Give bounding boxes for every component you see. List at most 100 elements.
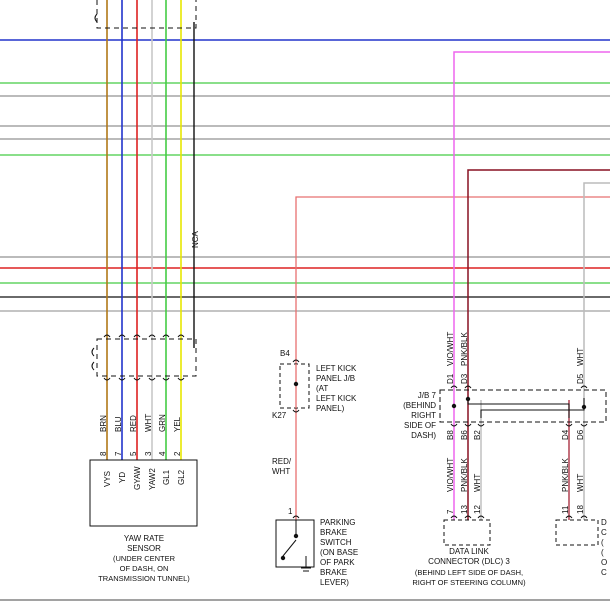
yaw-sensor-label: YAW RATE SENSOR (UNDER CENTER OF DASH, O… — [98, 534, 190, 583]
jb7-bottom-pin: D6 — [576, 429, 585, 440]
brake-switch-label-line: LEVER) — [320, 578, 349, 587]
jb7-label-line: RIGHT — [411, 411, 436, 420]
right-label-fragment: D — [601, 518, 607, 527]
dlc-pin: 7 — [446, 509, 455, 514]
jb7-top-wire-label: VIO/WHT — [446, 332, 455, 366]
kick-bottom-pin: K27 — [272, 411, 287, 420]
jb7-box — [439, 389, 607, 423]
right-connector-box — [555, 519, 599, 546]
dlc-label-line: CONNECTOR (DLC) 3 — [428, 557, 510, 566]
pin-label-3: 3 — [144, 451, 153, 456]
yaw-sensor-label-line: TRANSMISSION TUNNEL) — [98, 574, 190, 583]
wire-vio-wht — [453, 51, 610, 520]
jb7-label-line: (BEHIND — [403, 401, 436, 410]
yaw-rate-sensor: VYS YD GYAW YAW2 GL1 GL2 YAW RATE SENSOR… — [89, 459, 198, 583]
yaw-sensor-label-line: (UNDER CENTER — [113, 554, 176, 563]
sensor-pin-name-yd: YD — [118, 472, 127, 483]
yaw-sensor-label-line: YAW RATE — [124, 534, 164, 543]
brake-switch-label-line: PARKING — [320, 518, 355, 527]
nca-label: NCA — [191, 230, 200, 248]
brake-switch-label: PARKING BRAKE SWITCH (ON BASE OF PARK BR… — [320, 518, 358, 587]
jb7-top-wire-label: WHT — [576, 348, 585, 366]
pin-label-7: 7 — [114, 451, 123, 456]
jb7-label: J/B 7 (BEHIND RIGHT SIDE OF DASH) — [403, 391, 436, 440]
wire-wht-right — [583, 182, 610, 520]
jb7-top-pin: D5 — [576, 373, 585, 384]
parking-brake-switch: 1 PARKING BRAKE SWITCH (ON BASE OF PARK … — [275, 507, 358, 587]
brake-switch-label-line: SWITCH — [320, 538, 352, 547]
sensor-pin-name-gl2: GL2 — [177, 469, 186, 485]
wire-label-wht: WHT — [144, 414, 153, 432]
wiring-diagram-svg: NCA BRN BLU RED WHT GRN YEL 8 7 5 3 4 2 … — [0, 0, 610, 601]
jb7-bottom-pin: D4 — [561, 429, 570, 440]
kick-wire-label: WHT — [272, 467, 290, 476]
wire-pnk-blk — [467, 169, 610, 520]
wire-label-grn: GRN — [158, 414, 167, 432]
brake-switch-label-line: BRAKE — [320, 568, 347, 577]
brake-switch-pin: 1 — [288, 507, 293, 516]
sensor-pin-name-gyaw: GYAW — [133, 466, 142, 490]
sensor-pin-name-yaw2: YAW2 — [148, 468, 157, 490]
kick-panel-circuit: B4 K27 LEFT KICK PANEL J/B (AT LEFT KICK… — [272, 196, 610, 520]
right-label-fragment: C — [601, 568, 607, 577]
right-wire-label: PNK/BLK — [561, 458, 570, 492]
wire-label-red: RED — [129, 415, 138, 432]
pin-label-2: 2 — [173, 451, 182, 456]
sensor-pin-name-gl1: GL1 — [162, 469, 171, 485]
horizontal-wires — [0, 39, 610, 601]
yaw-sensor-wires: NCA — [106, 0, 200, 460]
right-pin: 18 — [576, 505, 585, 514]
kick-top-pin: B4 — [280, 349, 290, 358]
jb7-bottom-pin: B2 — [473, 430, 482, 440]
jb7-bottom-pin: B8 — [446, 430, 455, 440]
jb7-bottom-pin: B6 — [460, 430, 469, 440]
right-label-fragment: C — [601, 528, 607, 537]
kick-panel-label-line: PANEL) — [316, 404, 345, 413]
yaw-sensor-label-line: OF DASH, ON — [120, 564, 169, 573]
jb7-top-wire-label: PNK/BLK — [460, 332, 469, 366]
kick-panel-label-line: PANEL J/B — [316, 374, 355, 383]
wire-label-yel: YEL — [173, 416, 182, 432]
yaw-wire-labels: BRN BLU RED WHT GRN YEL 8 7 5 3 4 2 — [99, 414, 182, 456]
jb7-top-pin: D1 — [446, 373, 455, 384]
jb7-label-line: DASH) — [411, 431, 436, 440]
right-label-fragment: O — [601, 558, 607, 567]
dlc-pin: 12 — [473, 505, 482, 514]
pin-label-5: 5 — [129, 451, 138, 456]
yaw-sensor-label-line: SENSOR — [127, 544, 161, 553]
kick-panel-jb-box — [279, 363, 310, 409]
dlc-label-line: RIGHT OF STEERING COLUMN) — [412, 578, 526, 587]
right-label-fragment: ( — [601, 548, 604, 557]
shield-pin-marks — [103, 334, 185, 381]
sensor-pin-name-vys: VYS — [103, 471, 112, 487]
jb7-top-pin: D3 — [460, 373, 469, 384]
brake-switch-label-line: OF PARK — [320, 558, 355, 567]
right-pin: 11 — [561, 505, 570, 514]
jb7-label-line: SIDE OF — [404, 421, 436, 430]
kick-panel-label-line: LEFT KICK — [316, 364, 357, 373]
brake-switch-label-line: (ON BASE — [320, 548, 358, 557]
dlc-label: DATA LINK CONNECTOR (DLC) 3 (BEHIND LEFT… — [412, 547, 526, 587]
wire-label-brn: BRN — [99, 415, 108, 432]
dlc-wire-label: VIO/WHT — [446, 458, 455, 492]
wire-label-blu: BLU — [114, 416, 123, 432]
brake-switch-label-line: BRAKE — [320, 528, 347, 537]
dlc-connector-box — [443, 519, 491, 546]
right-label-fragment: ( — [601, 538, 604, 547]
right-connector-label: D C ( ( O C — [601, 518, 607, 577]
pin-label-8: 8 — [99, 451, 108, 456]
dlc-label-line: DATA LINK — [449, 547, 489, 556]
wiring-diagram: NCA BRN BLU RED WHT GRN YEL 8 7 5 3 4 2 … — [0, 0, 610, 604]
kick-wire-label: RED/ — [272, 457, 292, 466]
pin-label-4: 4 — [158, 451, 167, 456]
dlc-wire-label: PNK/BLK — [460, 458, 469, 492]
kick-panel-label-line: LEFT KICK — [316, 394, 357, 403]
dlc-pin: 13 — [460, 505, 469, 514]
right-wire-label: WHT — [576, 474, 585, 492]
jb7-label-line: J/B 7 — [418, 391, 437, 400]
kick-panel-label: LEFT KICK PANEL J/B (AT LEFT KICK PANEL) — [316, 364, 357, 413]
dlc-label-line: (BEHIND LEFT SIDE OF DASH, — [415, 568, 523, 577]
dlc-circuit: VIO/WHT PNK/BLK WHT D1 D3 D5 B8 B6 B2 D4… — [403, 51, 610, 587]
dlc-wire-label: WHT — [473, 474, 482, 492]
kick-panel-label-line: (AT — [316, 384, 328, 393]
